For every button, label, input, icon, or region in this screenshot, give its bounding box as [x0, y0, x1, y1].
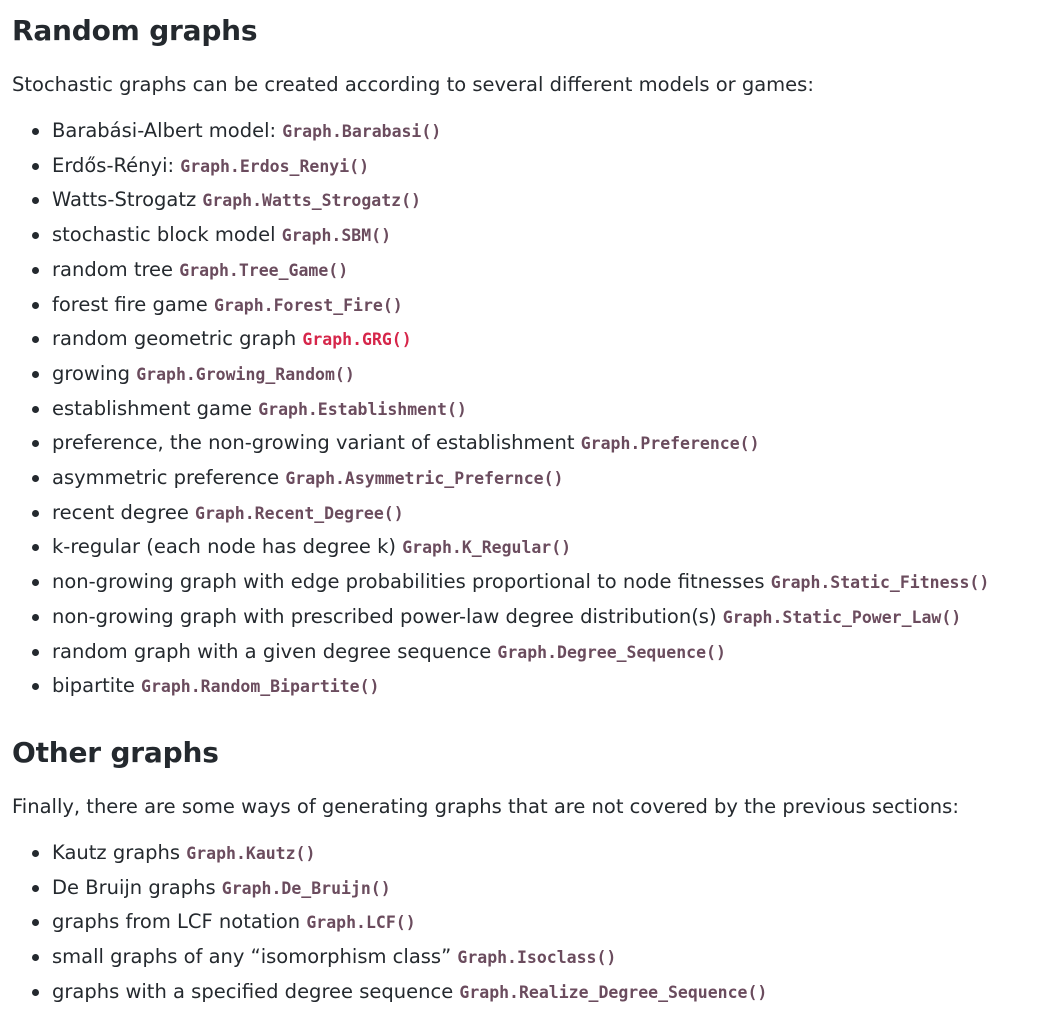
bullet-icon	[32, 544, 39, 552]
list-item-text: non-growing graph with prescribed power-…	[52, 604, 723, 628]
bullet-icon	[32, 266, 39, 274]
bullet-icon	[32, 648, 39, 656]
list-item-text: random geometric graph	[52, 327, 303, 351]
bullet-icon	[32, 336, 39, 344]
code-reference: Graph.Static_Fitness()	[770, 573, 990, 593]
section-heading-random-graphs: Random graphs	[12, 14, 258, 47]
random-graphs-list: Barabási-Albert model: Graph.Barabasi() E…	[12, 114, 1048, 704]
bullet-icon	[32, 849, 39, 857]
list-item-text: k-regular (each node has degree k)	[52, 535, 403, 559]
list-item: asymmetric preference Graph.Asymmetric_P…	[12, 461, 1048, 496]
code-reference: Graph.Degree_Sequence()	[497, 642, 726, 662]
list-item-text: small graphs of any “isomorphism class”	[52, 945, 458, 969]
list-item-text: graphs with a specified degree sequence	[52, 979, 460, 1003]
list-item: bipartite Graph.Random_Bipartite()	[12, 669, 1048, 704]
list-item: k-regular (each node has degree k) Graph…	[12, 530, 1048, 565]
bullet-icon	[32, 954, 39, 962]
document-page: Random graphs Stochastic graphs can be c…	[0, 0, 1048, 1009]
list-item: non-growing graph with edge probabilitie…	[12, 565, 1048, 600]
code-reference: Graph.Growing_Random()	[136, 364, 355, 384]
list-item-text: Barabási-Albert model:	[52, 119, 283, 142]
list-item: non-growing graph with prescribed power-…	[12, 600, 1048, 635]
bullet-icon	[32, 683, 39, 691]
list-item-text: bipartite	[52, 674, 142, 698]
bullet-icon	[32, 197, 39, 205]
section-intro-other-graphs: Finally, there are some ways of generati…	[12, 794, 959, 818]
list-item: random graph with a given degree sequenc…	[12, 635, 1048, 670]
list-item-text: preference, the non-growing variant of e…	[52, 431, 581, 455]
bullet-icon	[32, 370, 39, 378]
code-reference: Graph.Asymmetric_Prefernce()	[285, 469, 564, 489]
list-item: graphs with a specified degree sequence …	[12, 975, 1048, 1010]
bullet-icon	[32, 232, 39, 240]
code-reference: Graph.SBM()	[281, 226, 392, 246]
code-reference: Graph.Kautz()	[186, 843, 316, 863]
code-reference: Graph.Establishment()	[258, 399, 467, 419]
code-reference: Graph.Erdos_Renyi()	[180, 156, 370, 176]
list-item-text: random tree	[52, 257, 180, 281]
list-item-text: Kautz graphs	[52, 840, 187, 864]
bullet-icon	[32, 613, 39, 621]
code-reference: Graph.Static_Power_Law()	[722, 607, 962, 627]
list-item-text: Watts-Strogatz	[52, 188, 203, 212]
bullet-icon	[32, 884, 39, 892]
list-item: small graphs of any “isomorphism class” …	[12, 940, 1048, 975]
list-item: Kautz graphs Graph.Kautz()	[12, 836, 1048, 871]
list-item: recent degree Graph.Recent_Degree()	[12, 496, 1048, 531]
list-item-text: De Bruijn graphs	[52, 875, 222, 899]
code-reference: Graph.Forest_Fire()	[213, 295, 403, 315]
code-reference: Graph.Recent_Degree()	[195, 503, 404, 523]
code-reference: Graph.Barabasi()	[282, 122, 442, 141]
bullet-icon	[32, 475, 39, 483]
list-item: growing Graph.Growing_Random()	[12, 357, 1048, 392]
list-item: De Bruijn graphs Graph.De_Bruijn()	[12, 871, 1048, 906]
bullet-icon	[32, 128, 39, 135]
bullet-icon	[32, 440, 39, 448]
bullet-icon	[32, 919, 39, 927]
list-item-text: forest fire game	[52, 292, 214, 316]
list-item-text: asymmetric preference	[52, 466, 286, 490]
list-item: forest fire game Graph.Forest_Fire()	[12, 288, 1048, 323]
list-item-text: establishment game	[52, 396, 259, 420]
code-reference: Graph.Realize_Degree_Sequence()	[459, 982, 768, 1002]
list-item-text: graphs from LCF notation	[52, 910, 307, 934]
list-item: establishment game Graph.Establishment()	[12, 392, 1048, 427]
bullet-icon	[32, 162, 39, 170]
list-item-text: Erdős-Rényi:	[52, 153, 181, 177]
list-item: stochastic block model Graph.SBM()	[12, 218, 1048, 253]
code-reference: Graph.Isoclass()	[457, 948, 617, 968]
list-item: Watts-Strogatz Graph.Watts_Strogatz()	[12, 183, 1048, 218]
bullet-icon	[32, 988, 39, 996]
list-item-text: non-growing graph with edge probabilitie…	[52, 570, 771, 594]
code-reference: Graph.K_Regular()	[402, 538, 572, 558]
list-item-text: recent degree	[52, 500, 196, 524]
bullet-icon	[32, 301, 39, 309]
bullet-icon	[32, 579, 39, 587]
section-heading-other-graphs: Other graphs	[12, 735, 219, 769]
list-item: Barabási-Albert model: Graph.Barabasi()	[12, 114, 1048, 149]
list-item-text: stochastic block model	[52, 223, 282, 247]
other-graphs-list: Kautz graphs Graph.Kautz() De Bruijn grap…	[12, 836, 1048, 1010]
bullet-icon	[32, 405, 39, 413]
list-item: Erdős-Rényi: Graph.Erdos_Renyi()	[12, 149, 1048, 184]
list-item-text: growing	[52, 361, 137, 385]
list-item: random geometric graph Graph.GRG()	[12, 322, 1048, 357]
bullet-icon	[32, 509, 39, 517]
code-reference: Graph.Random_Bipartite()	[141, 677, 380, 697]
code-reference: Graph.De_Bruijn()	[221, 878, 391, 898]
code-reference: Graph.Tree_Game()	[179, 260, 349, 280]
code-reference: Graph.Watts_Strogatz()	[202, 191, 421, 211]
list-item: preference, the non-growing variant of e…	[12, 426, 1048, 461]
code-reference: Graph.LCF()	[306, 913, 416, 933]
code-reference: Graph.GRG()	[302, 330, 412, 350]
list-item: random tree Graph.Tree_Game()	[12, 253, 1048, 288]
section-intro-random-graphs: Stochastic graphs can be created accordi…	[12, 73, 814, 96]
code-reference: Graph.Preference()	[580, 434, 760, 454]
list-item-text: random graph with a given degree sequenc…	[52, 639, 498, 663]
list-item: graphs from LCF notation Graph.LCF()	[12, 905, 1048, 940]
